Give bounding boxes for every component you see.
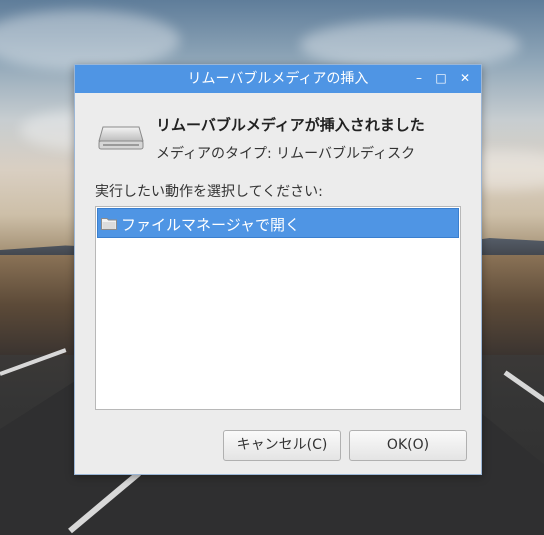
action-open-file-manager[interactable]: ファイルマネージャで開く bbox=[97, 208, 459, 238]
media-inserted-heading: リムーバブルメディアが挿入されました bbox=[156, 116, 425, 134]
close-icon[interactable]: ✕ bbox=[458, 71, 472, 85]
dialog-titlebar[interactable]: リムーバブルメディアの挿入 – □ ✕ bbox=[75, 65, 481, 93]
cancel-button[interactable]: キャンセル(C) bbox=[223, 430, 341, 461]
removable-drive-icon bbox=[98, 126, 144, 150]
action-prompt: 実行したい動作を選択してください: bbox=[95, 184, 323, 200]
action-list[interactable]: ファイルマネージャで開く bbox=[95, 206, 461, 410]
folder-icon bbox=[101, 218, 117, 230]
insert-media-dialog: リムーバブルメディアの挿入 – □ ✕ リムーバブルメディアが挿入されました メ… bbox=[74, 64, 482, 475]
action-label: ファイルマネージャで開く bbox=[121, 216, 300, 234]
ok-button[interactable]: OK(O) bbox=[349, 430, 467, 461]
maximize-icon[interactable]: □ bbox=[434, 71, 448, 85]
media-type-label: メディアのタイプ: リムーバブルディスク bbox=[156, 146, 416, 162]
minimize-icon[interactable]: – bbox=[412, 71, 426, 85]
